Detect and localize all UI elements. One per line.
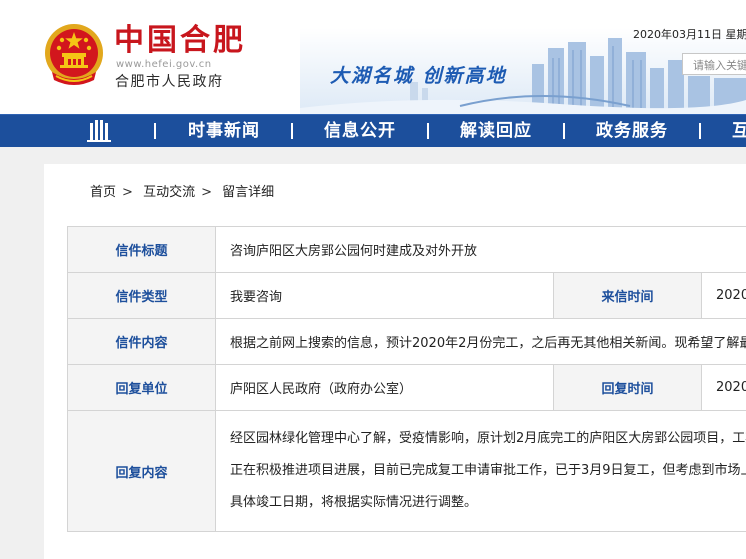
home-building-icon[interactable]: [86, 120, 112, 142]
reply-time-value: 2020-03-10: [700, 364, 746, 411]
sent-time-label: 来信时间: [553, 272, 702, 319]
reply-unit-value: 庐阳区人民政府（政府办公室）: [215, 364, 554, 411]
letter-type-value: 我要咨询: [215, 272, 554, 319]
letter-content-label: 信件内容: [67, 318, 216, 365]
main-nav: 时事新闻 信息公开 解读回应 政务服务 互动交流: [0, 114, 746, 147]
table-row: 信件内容 根据之前网上搜索的信息，预计2020年2月份完工，之后再无其他相关新闻…: [67, 318, 746, 365]
letter-detail-table: 信件标题 咨询庐阳区大房郢公园何时建成及对外开放 信件类型 我要咨询 来信时间 …: [67, 226, 746, 532]
nav-item-interpretation[interactable]: 解读回应: [460, 121, 532, 141]
nav-item-info-disclosure[interactable]: 信息公开: [324, 121, 396, 141]
letter-content-value: 根据之前网上搜索的信息，预计2020年2月份完工，之后再无其他相关新闻。现希望了…: [214, 318, 746, 365]
logo-url: www.hefei.gov.cn: [116, 59, 212, 70]
letter-type-label: 信件类型: [67, 272, 216, 319]
sent-time-value: 2020-03-04: [700, 272, 746, 319]
breadcrumb-separator: >: [201, 185, 212, 200]
page: 中国合肥 www.hefei.gov.cn 合肥市人民政府 大湖名城 创新高地 …: [0, 0, 746, 559]
nav-separator: [563, 123, 565, 139]
national-emblem-icon: [45, 24, 103, 85]
nav-item-news[interactable]: 时事新闻: [188, 121, 260, 141]
table-row: 信件类型 我要咨询 来信时间 2020-03-04: [67, 272, 746, 319]
nav-separator: [154, 123, 156, 139]
logo-subtitle: 合肥市人民政府: [115, 74, 224, 90]
breadcrumb-interaction-link[interactable]: 互动交流: [143, 185, 195, 200]
reply-content-line: 正在积极推进项目进展，目前已完成复工申请审批工作，已于3月9日复工，但考虑到市场…: [230, 463, 746, 478]
breadcrumb: 首页 > 互动交流 > 留言详细: [90, 181, 280, 200]
breadcrumb-separator: >: [122, 185, 133, 200]
nav-separator: [291, 123, 293, 139]
logo-title[interactable]: 中国合肥: [114, 24, 246, 58]
reply-unit-label: 回复单位: [67, 364, 216, 411]
nav-separator: [427, 123, 429, 139]
table-row: 信件标题 咨询庐阳区大房郢公园何时建成及对外开放: [67, 226, 746, 273]
nav-item-gov-services[interactable]: 政务服务: [596, 121, 668, 141]
nav-separator: [699, 123, 701, 139]
reply-content-line: 经区园林绿化管理中心了解，受疫情影响，原计划2月底完工的庐阳区大房郢公园项目，工…: [230, 431, 746, 446]
reply-content-value: 经区园林绿化管理中心了解，受疫情影响，原计划2月底完工的庐阳区大房郢公园项目，工…: [214, 410, 746, 532]
site-header: 中国合肥 www.hefei.gov.cn 合肥市人民政府 大湖名城 创新高地 …: [0, 0, 746, 114]
table-row: 回复内容 经区园林绿化管理中心了解，受疫情影响，原计划2月底完工的庐阳区大房郢公…: [67, 410, 746, 532]
reply-content-line: 具体竣工日期，将根据实际情况进行调整。: [230, 495, 478, 510]
letter-title-label: 信件标题: [67, 226, 216, 273]
slogan: 大湖名城 创新高地: [330, 65, 507, 87]
breadcrumb-current: 留言详细: [222, 185, 275, 200]
search-input[interactable]: 请输入关键词: [682, 53, 746, 75]
reply-content-label: 回复内容: [67, 410, 216, 532]
reply-time-label: 回复时间: [553, 364, 702, 411]
table-row: 回复单位 庐阳区人民政府（政府办公室） 回复时间 2020-03-10: [67, 364, 746, 411]
nav-item-interaction[interactable]: 互动交流: [732, 121, 746, 141]
current-date: 2020年03月11日 星期三: [633, 28, 746, 41]
breadcrumb-home-link[interactable]: 首页: [90, 185, 116, 200]
content-panel: 首页 > 互动交流 > 留言详细 信件标题 咨询庐阳区大房郢公园何时建成及对外开放 …: [44, 164, 746, 559]
letter-title-value: 咨询庐阳区大房郢公园何时建成及对外开放: [214, 226, 746, 273]
